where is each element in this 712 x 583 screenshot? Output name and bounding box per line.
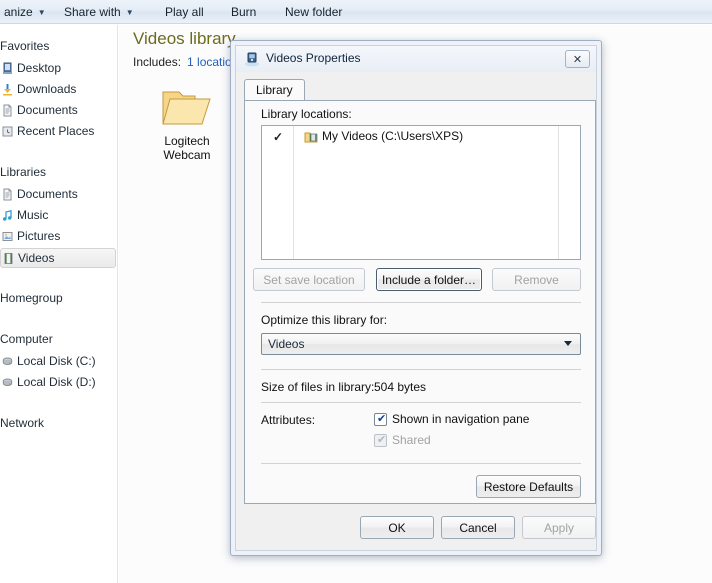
remove-button[interactable]: Remove	[492, 268, 581, 291]
close-icon-glyph: ✕	[572, 53, 583, 66]
sidebar-item-local-disk-c[interactable]: Local Disk (C:)	[0, 352, 116, 371]
sidebar-item-local-disk-d-label: Local Disk (D:)	[17, 375, 96, 389]
chevron-down-icon: ▼	[125, 8, 134, 18]
table-row[interactable]: ✓ My Videos (C:\Users\XPS)	[262, 128, 580, 146]
hard-disk-icon	[1, 355, 14, 368]
restore-defaults-button[interactable]: Restore Defaults	[476, 475, 581, 498]
sidebar-item-music[interactable]: Music	[0, 206, 116, 225]
optimize-library-value: Videos	[268, 337, 305, 351]
dialog-title: Videos Properties	[266, 51, 361, 65]
list-item-label-line1: Logitech	[164, 134, 210, 148]
sidebar-item-pictures[interactable]: Pictures	[0, 227, 116, 246]
optimize-library-select[interactable]: Videos	[261, 333, 581, 355]
page-title: Videos library	[133, 29, 236, 48]
sidebar-item-favorites-documents[interactable]: Documents	[0, 101, 116, 120]
close-icon[interactable]: ✕	[565, 50, 590, 68]
explorer-toolbar: anize ▼ Share with ▼ Play all Burn New fol…	[0, 0, 712, 24]
divider	[261, 302, 581, 303]
location-checkmark-icon[interactable]: ✓	[273, 130, 283, 144]
toolbar-button-play-all[interactable]: Play all	[161, 4, 208, 21]
nav-group-computer[interactable]: Computer	[0, 330, 53, 349]
videos-folder-icon	[304, 130, 318, 144]
attributes-label: Attributes:	[261, 413, 316, 427]
sidebar-item-recent-places-label: Recent Places	[17, 124, 95, 138]
toolbar-button-new-folder[interactable]: New folder	[281, 4, 346, 21]
sidebar-item-documents[interactable]: Documents	[0, 185, 116, 204]
nav-group-homegroup[interactable]: Homegroup	[0, 289, 63, 308]
document-icon	[1, 104, 14, 117]
include-a-folder-button[interactable]: Include a folder…	[376, 268, 482, 291]
library-locations-list[interactable]: ✓ My Videos (C:\Users\XPS)	[261, 125, 581, 260]
set-save-location-button[interactable]: Set save location	[253, 268, 365, 291]
sidebar-item-local-disk-c-label: Local Disk (C:)	[17, 354, 96, 368]
size-of-files-label: Size of files in library:	[261, 380, 375, 394]
downloads-icon	[1, 83, 14, 96]
attribute-shown-in-navigation-pane-label: Shown in navigation pane	[392, 412, 530, 426]
dialog-title-bar[interactable]: Videos Properties ✕	[236, 46, 596, 72]
sidebar-item-videos[interactable]: Videos	[0, 248, 116, 268]
library-includes-label: Includes:	[133, 55, 182, 69]
sidebar-item-music-label: Music	[17, 208, 49, 222]
check-icon: ✔	[377, 413, 387, 425]
divider	[261, 369, 581, 370]
tab-library[interactable]: Library	[244, 79, 305, 101]
nav-group-favorites[interactable]: Favorites	[0, 37, 49, 56]
toolbar-button-burn[interactable]: Burn	[227, 4, 260, 21]
sidebar-item-recent-places[interactable]: Recent Places	[0, 122, 116, 141]
library-includes: Includes: 1 location	[133, 55, 238, 69]
toolbar-button-share-with[interactable]: Share with ▼	[60, 4, 138, 21]
toolbar-button-share-with-label: Share with	[64, 5, 121, 19]
desktop-icon	[1, 62, 14, 75]
chevron-down-icon	[564, 341, 572, 346]
nav-group-network[interactable]: Network	[0, 414, 44, 433]
sidebar-item-documents-label: Documents	[17, 187, 78, 201]
navigation-pane: Favorites Desktop Downloads Documents Re…	[0, 25, 118, 583]
toolbar-button-organize-label: anize	[4, 5, 33, 19]
toolbar-button-burn-label: Burn	[231, 5, 257, 19]
attribute-shared-label: Shared	[392, 433, 431, 447]
library-locations-label: Library locations:	[261, 107, 352, 121]
videos-icon	[2, 252, 15, 265]
music-icon	[1, 209, 14, 222]
ok-button[interactable]: OK	[360, 516, 434, 539]
sidebar-item-favorites-documents-label: Documents	[17, 103, 78, 117]
sidebar-item-pictures-label: Pictures	[17, 229, 61, 243]
folder-icon	[141, 85, 233, 131]
checkbox-shown-in-navigation-pane[interactable]: ✔	[374, 413, 387, 426]
dialog-tab-page: Library locations: ✓ My Videos (C:\Users…	[244, 100, 596, 504]
toolbar-button-organize[interactable]: anize ▼	[0, 4, 50, 21]
sidebar-item-desktop-label: Desktop	[17, 61, 62, 75]
toolbar-button-new-folder-label: New folder	[285, 5, 343, 19]
size-of-files-value: 504 bytes	[374, 380, 427, 394]
location-path-label: My Videos (C:\Users\XPS)	[322, 129, 464, 143]
dialog-tabstrip: Library	[244, 79, 588, 101]
list-item[interactable]: Logitech Webcam	[141, 85, 233, 162]
toolbar-button-play-all-label: Play all	[165, 5, 204, 19]
videos-properties-dialog: Videos Properties ✕ Library Library loca…	[230, 40, 602, 556]
optimize-library-label: Optimize this library for:	[261, 313, 388, 327]
list-item-label: Logitech Webcam	[141, 134, 233, 162]
divider	[261, 463, 581, 464]
recent-places-icon	[1, 125, 14, 138]
sidebar-item-local-disk-d[interactable]: Local Disk (D:)	[0, 373, 116, 392]
sidebar-item-desktop[interactable]: Desktop	[0, 59, 116, 78]
nav-group-libraries[interactable]: Libraries	[0, 163, 46, 182]
dialog-inner: Videos Properties ✕ Library Library loca…	[235, 45, 597, 551]
divider	[261, 402, 581, 403]
sidebar-item-downloads-label: Downloads	[17, 82, 77, 96]
chevron-down-icon: ▼	[37, 8, 46, 18]
list-item-label-line2: Webcam	[163, 148, 211, 162]
sidebar-item-videos-label: Videos	[18, 251, 55, 265]
sidebar-item-downloads[interactable]: Downloads	[0, 80, 116, 99]
cancel-button[interactable]: Cancel	[441, 516, 515, 539]
document-icon	[1, 188, 14, 201]
pictures-icon	[1, 230, 14, 243]
explorer-window: anize ▼ Share with ▼ Play all Burn New fol…	[0, 0, 712, 583]
library-properties-icon	[244, 51, 260, 67]
apply-button[interactable]: Apply	[522, 516, 596, 539]
hard-disk-icon	[1, 376, 14, 389]
checkbox-shared[interactable]: ✔	[374, 434, 387, 447]
check-icon: ✔	[377, 434, 387, 446]
